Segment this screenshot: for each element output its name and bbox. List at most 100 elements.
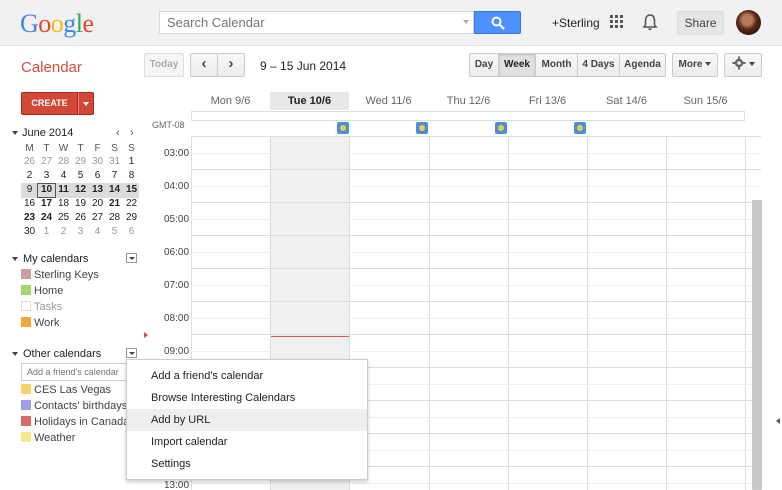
- mini-calendar-day[interactable]: 10: [38, 183, 55, 197]
- search-options-chevron-icon[interactable]: [463, 20, 469, 24]
- mini-calendar-day[interactable]: 9: [21, 183, 38, 197]
- mini-calendar-day[interactable]: 27: [38, 155, 55, 169]
- mini-calendar-day[interactable]: 6: [89, 169, 106, 183]
- side-panel-expand-icon[interactable]: [776, 418, 780, 424]
- mini-calendar-day[interactable]: 28: [106, 211, 123, 225]
- mini-calendar-day[interactable]: 20: [89, 197, 106, 211]
- mini-calendar-day[interactable]: 3: [38, 169, 55, 183]
- calendar-list-item[interactable]: Home: [21, 285, 63, 299]
- avatar[interactable]: [736, 10, 761, 35]
- calendar-list-item[interactable]: Holidays in Canada: [21, 416, 129, 430]
- day-header[interactable]: Mon 9/6: [191, 92, 270, 110]
- my-calendars-toggle[interactable]: My calendars: [12, 253, 88, 265]
- day-header[interactable]: Sun 15/6: [666, 92, 745, 110]
- menu-item[interactable]: Import calendar: [127, 431, 367, 453]
- mini-calendar-day[interactable]: 13: [89, 183, 106, 197]
- menu-item[interactable]: Settings: [127, 453, 367, 475]
- mini-calendar-day[interactable]: 7: [106, 169, 123, 183]
- mini-calendar-day[interactable]: 19: [72, 197, 89, 211]
- mini-calendar-day[interactable]: 27: [89, 211, 106, 225]
- calendar-color-swatch[interactable]: [21, 301, 31, 311]
- prev-week-button[interactable]: ‹: [190, 53, 218, 77]
- calendar-color-swatch[interactable]: [21, 317, 31, 327]
- apps-grid-icon[interactable]: [610, 15, 624, 29]
- mini-calendar-day[interactable]: 1: [38, 225, 55, 239]
- grid-scrollbar[interactable]: [752, 200, 762, 490]
- mini-calendar-day[interactable]: 5: [106, 225, 123, 239]
- mini-calendar-day[interactable]: 28: [55, 155, 72, 169]
- notifications-bell-icon[interactable]: [642, 13, 658, 31]
- weather-icon[interactable]: [337, 122, 349, 134]
- mini-calendar-day[interactable]: 6: [123, 225, 140, 239]
- mini-calendar-day[interactable]: 26: [72, 211, 89, 225]
- mini-calendar-day[interactable]: 12: [72, 183, 89, 197]
- view-month-button[interactable]: Month: [535, 53, 578, 77]
- search-button[interactable]: [474, 11, 521, 34]
- mini-calendar-day[interactable]: 30: [21, 225, 38, 239]
- mini-calendar-day[interactable]: 29: [72, 155, 89, 169]
- menu-item[interactable]: Add by URL: [127, 409, 367, 431]
- mini-calendar-day[interactable]: 25: [55, 211, 72, 225]
- other-calendars-toggle[interactable]: Other calendars: [12, 348, 101, 360]
- view-day-button[interactable]: Day: [469, 53, 499, 77]
- user-profile-link[interactable]: +Sterling: [552, 16, 600, 30]
- day-header[interactable]: Wed 11/6: [349, 92, 428, 110]
- more-button[interactable]: More: [672, 53, 718, 77]
- day-header[interactable]: Sat 14/6: [587, 92, 666, 110]
- create-event-button[interactable]: CREATE: [21, 92, 78, 115]
- calendar-list-item[interactable]: Sterling Keys: [21, 269, 99, 283]
- mini-calendar-day[interactable]: 14: [106, 183, 123, 197]
- share-button[interactable]: Share: [677, 11, 724, 35]
- mini-calendar-day[interactable]: 11: [55, 183, 72, 197]
- calendar-list-item[interactable]: Weather: [21, 432, 75, 446]
- mini-calendar-day[interactable]: 29: [123, 211, 140, 225]
- mini-calendar-day[interactable]: 26: [21, 155, 38, 169]
- calendar-color-swatch[interactable]: [21, 400, 31, 410]
- mini-calendar-day[interactable]: 30: [89, 155, 106, 169]
- mini-calendar-prev-button[interactable]: ‹: [116, 127, 120, 139]
- calendar-list-item[interactable]: Tasks: [21, 301, 62, 315]
- day-header[interactable]: Fri 13/6: [508, 92, 587, 110]
- menu-item[interactable]: Add a friend's calendar: [127, 365, 367, 387]
- mini-calendar-day[interactable]: 22: [123, 197, 140, 211]
- my-calendars-options-button[interactable]: [126, 253, 137, 263]
- mini-calendar-day[interactable]: 17: [38, 197, 55, 211]
- mini-calendar-day[interactable]: 4: [55, 169, 72, 183]
- calendar-color-swatch[interactable]: [21, 416, 31, 426]
- calendar-list-item[interactable]: Contacts' birthdays a: [21, 400, 136, 414]
- add-friend-calendar-input[interactable]: [21, 363, 127, 381]
- all-day-row[interactable]: [191, 111, 745, 121]
- mini-calendar-day[interactable]: 4: [89, 225, 106, 239]
- calendar-color-swatch[interactable]: [21, 384, 31, 394]
- mini-calendar-day[interactable]: 1: [123, 155, 140, 169]
- mini-calendar-day[interactable]: 21: [106, 197, 123, 211]
- calendar-color-swatch[interactable]: [21, 285, 31, 295]
- mini-calendar-day[interactable]: 2: [21, 169, 38, 183]
- app-title[interactable]: Calendar: [21, 59, 82, 76]
- mini-calendar-month-toggle[interactable]: June 2014: [12, 127, 73, 139]
- create-options-button[interactable]: [78, 92, 94, 115]
- calendar-color-swatch[interactable]: [21, 269, 31, 279]
- other-calendars-options-button[interactable]: [126, 348, 137, 358]
- view-4days-button[interactable]: 4 Days: [577, 53, 620, 77]
- mini-calendar-day[interactable]: 5: [72, 169, 89, 183]
- mini-calendar-day[interactable]: 15: [123, 183, 140, 197]
- menu-item[interactable]: Browse Interesting Calendars: [127, 387, 367, 409]
- calendar-list-item[interactable]: Work: [21, 317, 59, 331]
- day-header[interactable]: Tue 10/6: [270, 92, 349, 110]
- mini-calendar-day[interactable]: 3: [72, 225, 89, 239]
- mini-calendar-day[interactable]: 18: [55, 197, 72, 211]
- calendar-list-item[interactable]: CES Las Vegas: [21, 384, 111, 398]
- weather-icon[interactable]: [495, 122, 507, 134]
- google-logo[interactable]: Google: [20, 9, 94, 39]
- mini-calendar-day[interactable]: 31: [106, 155, 123, 169]
- mini-calendar-day[interactable]: 16: [21, 197, 38, 211]
- mini-calendar-day[interactable]: 8: [123, 169, 140, 183]
- day-header[interactable]: Thu 12/6: [429, 92, 508, 110]
- calendar-color-swatch[interactable]: [21, 432, 31, 442]
- today-button[interactable]: Today: [144, 53, 184, 77]
- view-week-button[interactable]: Week: [498, 53, 536, 77]
- next-week-button[interactable]: ›: [217, 53, 245, 77]
- search-input[interactable]: [160, 12, 450, 33]
- mini-calendar-day[interactable]: 24: [38, 211, 55, 225]
